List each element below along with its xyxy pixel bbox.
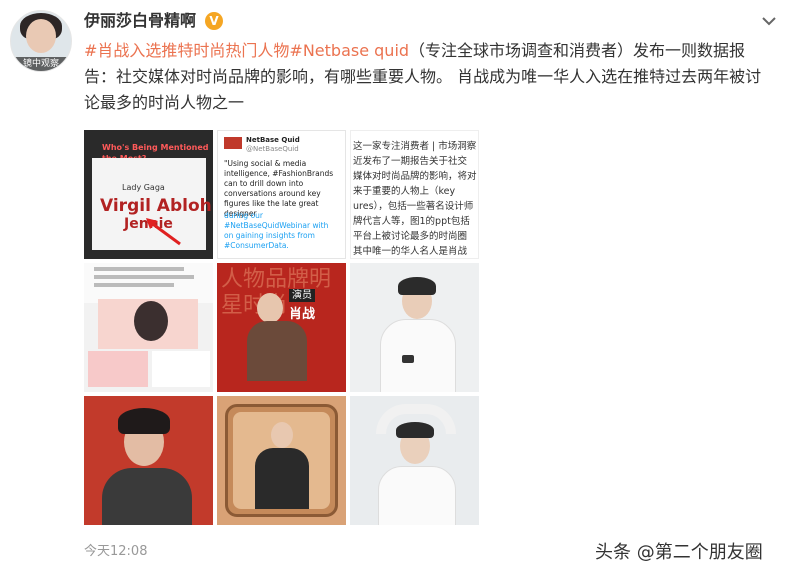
collage-text-line bbox=[94, 267, 184, 271]
image-poster-red[interactable]: 人物品牌明星时尚 演员 肖战 bbox=[217, 263, 346, 392]
poster-name: 肖战 bbox=[289, 307, 316, 322]
portrait-hair bbox=[398, 277, 436, 295]
poster-label: 演员 bbox=[289, 289, 315, 302]
tweet-text: "Using social & media intelligence, #Fas… bbox=[224, 159, 334, 218]
post-text-line1: （专注全球市场调查和消费者）发布一则数据报 bbox=[409, 41, 746, 60]
wordcloud-word: Lady Gaga bbox=[122, 183, 165, 192]
image-portrait-hands[interactable] bbox=[350, 396, 479, 525]
image-portrait-red[interactable] bbox=[84, 396, 213, 525]
collage-person bbox=[134, 301, 168, 341]
verified-badge-icon: V bbox=[205, 12, 223, 30]
portrait-hair bbox=[396, 422, 434, 438]
chinese-text-line: 媒体对时尚品牌的影响，将对 bbox=[353, 171, 477, 182]
poster-person-body bbox=[247, 321, 307, 381]
chinese-text-line: 其中唯一的华人名人是肖战 bbox=[353, 246, 468, 257]
avatar-label: 镜中观察 bbox=[11, 57, 71, 71]
tweet-handle: @NetBaseQuid bbox=[246, 145, 299, 153]
timestamp[interactable]: 今天12:08 bbox=[84, 540, 147, 559]
chinese-text-line: 来于重要的人物上（key bbox=[353, 186, 456, 197]
hashtag-link[interactable]: #Netbase quid bbox=[289, 41, 409, 60]
avatar-face bbox=[26, 19, 56, 53]
collage-tweet-card bbox=[152, 351, 210, 387]
tweet-text: during our #NetBaseQuidWebinar with bbox=[224, 211, 329, 230]
image-chinese-text[interactable]: 这一家专注消费者 | 市场洞察 近发布了一期报告关于社交 媒体对时尚品牌的影响，… bbox=[350, 130, 479, 259]
post-body: #肖战入选推特时尚热门人物#Netbase quid（专注全球市场调查和消费者）… bbox=[84, 38, 784, 116]
wordcloud-word: Virgil Abloh bbox=[100, 196, 212, 216]
portrait-body bbox=[255, 448, 309, 509]
image-tv-frame[interactable] bbox=[217, 396, 346, 525]
netbase-logo-icon bbox=[224, 137, 242, 149]
avatar[interactable]: 镜中观察 bbox=[10, 10, 72, 72]
portrait-body bbox=[380, 319, 456, 392]
portrait-hair bbox=[118, 408, 170, 434]
image-collage[interactable] bbox=[84, 263, 213, 392]
portrait-body bbox=[102, 468, 192, 525]
post-text-line2: 告：社交媒体对时尚品牌的影响，有哪些重要人物。 肖战成为唯一华人入选在推特过去两… bbox=[84, 67, 762, 86]
chinese-text-line: ures），包括一些著名设计师 bbox=[353, 201, 474, 212]
collage-red-text bbox=[88, 351, 148, 387]
chinese-text-line: 平台上被讨论最多的时尚圈 bbox=[353, 231, 468, 242]
chinese-text-line: 这一家专注消费者 | 市场洞察 bbox=[353, 141, 477, 152]
chinese-text-line: 牌代言人等，图1的ppt包括 bbox=[353, 216, 470, 227]
chevron-down-icon[interactable] bbox=[760, 12, 778, 30]
image-portrait-white[interactable] bbox=[350, 263, 479, 392]
tweet-text: on gaining insights from #ConsumerData. bbox=[224, 231, 315, 250]
collage-text-line bbox=[94, 275, 194, 279]
post-text-line3: 论最多的时尚人物之一 bbox=[84, 93, 245, 112]
red-arrow-icon bbox=[146, 218, 181, 246]
username[interactable]: 伊丽莎白骨精啊 bbox=[84, 10, 196, 32]
watch-icon bbox=[402, 355, 414, 363]
portrait-body bbox=[378, 466, 456, 525]
chinese-text-line: 近发布了一期报告关于社交 bbox=[353, 156, 468, 167]
hashtag-link[interactable]: #肖战入选推特时尚热门人物 bbox=[84, 41, 289, 60]
collage-text-line bbox=[94, 283, 174, 287]
image-tweet[interactable]: NetBase Quid @NetBaseQuid "Using social … bbox=[217, 130, 346, 259]
watermark: 头条 @第二个朋友圈 bbox=[595, 542, 763, 563]
poster-person-head bbox=[257, 293, 283, 323]
portrait-head bbox=[271, 422, 293, 448]
image-wordcloud[interactable]: Who's Being Mentioned the Most? Lady Gag… bbox=[84, 130, 213, 259]
